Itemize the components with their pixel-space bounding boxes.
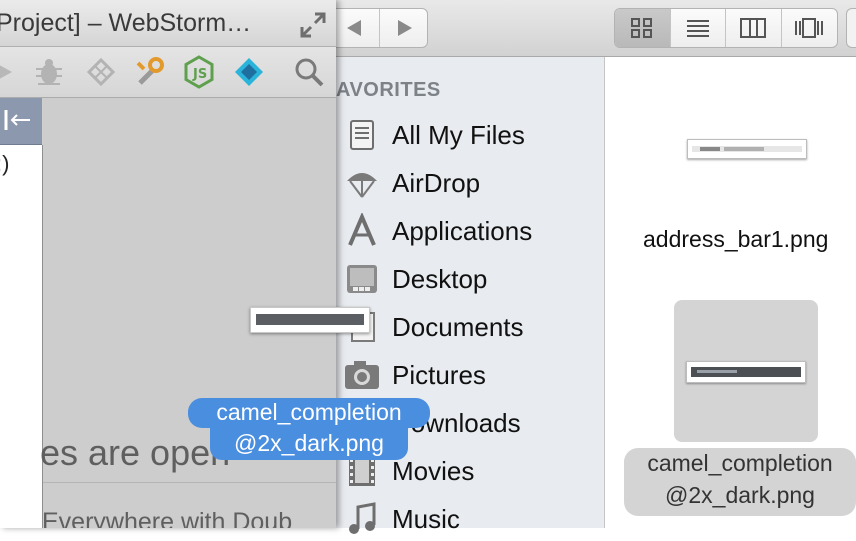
nodejs-icon[interactable]: JS bbox=[182, 55, 216, 89]
list-view-button[interactable] bbox=[671, 9, 726, 47]
sidebar-item-desktop[interactable]: Desktop bbox=[342, 257, 602, 301]
file-thumbnail-address-bar[interactable] bbox=[687, 139, 807, 159]
arrange-button-edge[interactable] bbox=[846, 8, 856, 48]
project-panel-header bbox=[0, 98, 42, 145]
webstorm-toolbar: JS bbox=[0, 47, 336, 98]
run-icon[interactable] bbox=[0, 55, 20, 89]
fullscreen-button[interactable] bbox=[298, 10, 328, 40]
drag-preview-image bbox=[256, 314, 364, 325]
project-tree-panel[interactable]: :) bbox=[0, 145, 43, 528]
collapse-panel-icon[interactable] bbox=[0, 98, 42, 144]
sidebar-favorites-heading: AVORITES bbox=[336, 79, 441, 101]
sidebar-item-label: Music bbox=[392, 503, 460, 534]
editor-hint-search-everywhere: Everywhere with Doub bbox=[42, 508, 293, 528]
project-tree-item[interactable]: :) bbox=[0, 151, 9, 177]
sidebar-item-label: Movies bbox=[392, 455, 475, 486]
icon-view-button[interactable] bbox=[615, 9, 671, 47]
drag-label-line1: camel_completion bbox=[216, 399, 402, 425]
sidebar-item-music[interactable]: Music bbox=[342, 497, 602, 541]
list-view-icon bbox=[686, 20, 709, 37]
forward-arrow-icon bbox=[398, 20, 412, 36]
thumbnail-image bbox=[692, 146, 802, 152]
diamond-icon[interactable] bbox=[232, 55, 266, 89]
drag-label-line2: @2x_dark.png bbox=[234, 430, 384, 456]
wrench-icon[interactable] bbox=[132, 55, 166, 89]
sidebar-item-airdrop[interactable]: AirDrop bbox=[342, 161, 602, 205]
debug-icon[interactable] bbox=[32, 55, 66, 89]
applications-icon bbox=[342, 211, 382, 251]
sidebar-item-all-my-files[interactable]: All My Files bbox=[342, 113, 602, 157]
sidebar-item-label: AirDrop bbox=[392, 167, 481, 198]
svg-text:JS: JS bbox=[192, 67, 207, 82]
sidebar-item-label: Pictures bbox=[392, 359, 486, 390]
drag-label-bubble: camel_completion bbox=[188, 398, 430, 428]
sidebar-item-label: Documents bbox=[392, 311, 524, 342]
all-files-icon bbox=[342, 115, 382, 155]
fullscreen-icon bbox=[300, 12, 326, 38]
editor-hint-no-files-open: es are open bbox=[40, 432, 231, 473]
search-icon[interactable] bbox=[292, 55, 326, 89]
music-icon bbox=[342, 499, 382, 539]
webstorm-titlebar: Project] – WebStorm… bbox=[0, 0, 336, 47]
thumbnail-image bbox=[691, 367, 801, 377]
back-button[interactable] bbox=[331, 9, 380, 47]
sidebar-item-applications[interactable]: Applications bbox=[342, 209, 602, 253]
column-view-icon bbox=[740, 18, 767, 38]
coverflow-view-button[interactable] bbox=[782, 9, 838, 47]
file-thumbnail-camel-completion[interactable] bbox=[686, 361, 806, 383]
airdrop-icon bbox=[342, 163, 382, 203]
finder-nav-buttons bbox=[330, 8, 428, 48]
back-arrow-icon bbox=[347, 20, 361, 36]
coverage-icon[interactable] bbox=[84, 55, 118, 89]
sidebar-item-label: Applications bbox=[392, 215, 533, 246]
file-name-line2: @2x_dark.png bbox=[665, 482, 815, 508]
sidebar-item-label: All My Files bbox=[392, 119, 525, 150]
column-view-button[interactable] bbox=[726, 9, 782, 47]
sidebar-item-label: Desktop bbox=[392, 263, 488, 294]
file-name-address-bar[interactable]: address_bar1.png bbox=[643, 226, 828, 253]
pictures-icon bbox=[342, 355, 382, 395]
sidebar-item-pictures[interactable]: Pictures bbox=[342, 353, 602, 397]
file-name-camel-completion[interactable]: camel_completion @2x_dark.png bbox=[624, 448, 856, 516]
file-name-line1: camel_completion bbox=[647, 450, 833, 476]
sidebar-item-documents[interactable]: Documents bbox=[342, 305, 602, 349]
view-mode-buttons bbox=[614, 8, 838, 48]
window-title: Project] – WebStorm… bbox=[0, 9, 252, 37]
icon-view-icon bbox=[631, 18, 653, 38]
forward-button[interactable] bbox=[380, 9, 428, 47]
editor-hint-divider bbox=[43, 482, 336, 483]
drag-preview-thumbnail bbox=[250, 307, 370, 333]
coverflow-view-icon bbox=[795, 18, 824, 38]
drag-label-bubble-bottom: @2x_dark.png bbox=[210, 428, 408, 460]
desktop-icon bbox=[342, 259, 382, 299]
